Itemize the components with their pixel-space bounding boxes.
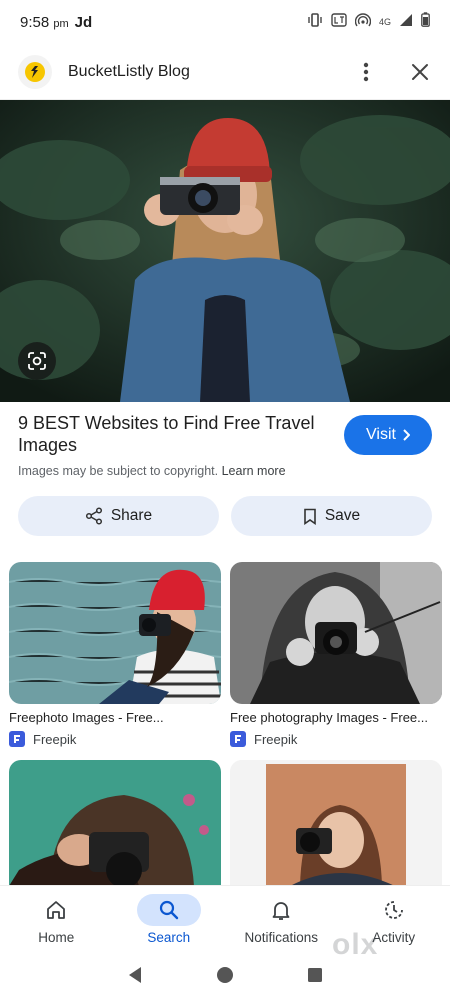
status-carrier: Jd <box>74 13 93 31</box>
google-lens-button[interactable] <box>18 342 56 380</box>
related-source: Freepik <box>230 731 442 747</box>
related-caption[interactable]: Freephoto Images - Free... <box>9 710 221 725</box>
visit-label: Visit <box>366 426 396 443</box>
related-caption[interactable]: Free photography Images - Free... <box>230 710 442 725</box>
related-card[interactable] <box>9 760 221 886</box>
share-button[interactable]: Share <box>18 496 219 536</box>
hero-photo <box>0 100 450 402</box>
nav-activity-label: Activity <box>372 930 416 945</box>
bell-icon <box>272 902 290 920</box>
site-logo[interactable] <box>18 54 52 89</box>
battery-icon <box>421 12 430 32</box>
related-source: Freepik <box>9 731 221 747</box>
save-button[interactable]: Save <box>231 496 432 536</box>
bottom-navigation: Home Search Notifications Activity <box>0 885 450 955</box>
result-info: 9 BEST Websites to Find Free Travel Imag… <box>0 402 450 496</box>
search-icon <box>159 900 178 920</box>
status-bar: 9:58 pm Jd 4G <box>0 0 450 44</box>
home-icon <box>47 901 66 919</box>
more-options-icon[interactable] <box>354 60 378 84</box>
related-card[interactable]: Freephoto Images - Free... Freepik <box>9 562 221 747</box>
site-logo-icon <box>25 61 45 82</box>
bookmark-icon <box>304 508 316 525</box>
freepik-logo-icon <box>9 731 25 747</box>
back-icon[interactable] <box>127 966 143 989</box>
nav-search[interactable]: Search <box>113 886 226 955</box>
status-time: 9:58 pm <box>20 13 69 31</box>
freepik-logo-icon <box>230 731 246 747</box>
result-title[interactable]: 9 BEST Websites to Find Free Travel Imag… <box>18 412 328 456</box>
lens-icon <box>28 352 46 370</box>
chevron-right-icon <box>403 429 410 441</box>
result-header: BucketListly Blog <box>0 44 450 100</box>
related-thumbnail[interactable] <box>9 562 221 704</box>
volte-icon <box>331 12 347 32</box>
related-thumbnail[interactable] <box>9 760 221 886</box>
share-label: Share <box>110 507 153 524</box>
visit-button[interactable]: Visit <box>344 415 432 455</box>
signal-icon <box>399 13 413 32</box>
related-thumbnail[interactable] <box>230 760 442 886</box>
learn-more-link[interactable]: Learn more <box>222 464 286 478</box>
nav-search-label: Search <box>147 930 191 945</box>
hero-image[interactable] <box>0 100 450 402</box>
vibrate-icon <box>307 12 323 32</box>
action-buttons: Share Save <box>18 496 432 538</box>
copyright-notice: Images may be subject to copyright. Lear… <box>18 464 286 478</box>
recents-icon[interactable] <box>307 967 323 988</box>
nav-home-label: Home <box>38 930 75 945</box>
close-icon[interactable] <box>408 60 432 84</box>
status-icons: 4G <box>307 12 430 32</box>
hotspot-icon <box>354 12 372 32</box>
save-label: Save <box>324 507 361 524</box>
related-card[interactable] <box>230 760 442 886</box>
system-navigation-bar <box>0 955 450 1000</box>
home-circle-icon[interactable] <box>216 966 234 989</box>
related-card[interactable]: Free photography Images - Free... Freepi… <box>230 562 442 747</box>
nav-notifications-label: Notifications <box>244 930 319 945</box>
nav-notifications[interactable]: Notifications <box>225 886 338 955</box>
share-icon <box>85 507 102 525</box>
activity-icon <box>384 901 403 919</box>
network-type-label: 4G <box>378 17 391 27</box>
related-thumbnail[interactable] <box>230 562 442 704</box>
site-title[interactable]: BucketListly Blog <box>68 63 190 81</box>
nav-home[interactable]: Home <box>0 886 113 955</box>
